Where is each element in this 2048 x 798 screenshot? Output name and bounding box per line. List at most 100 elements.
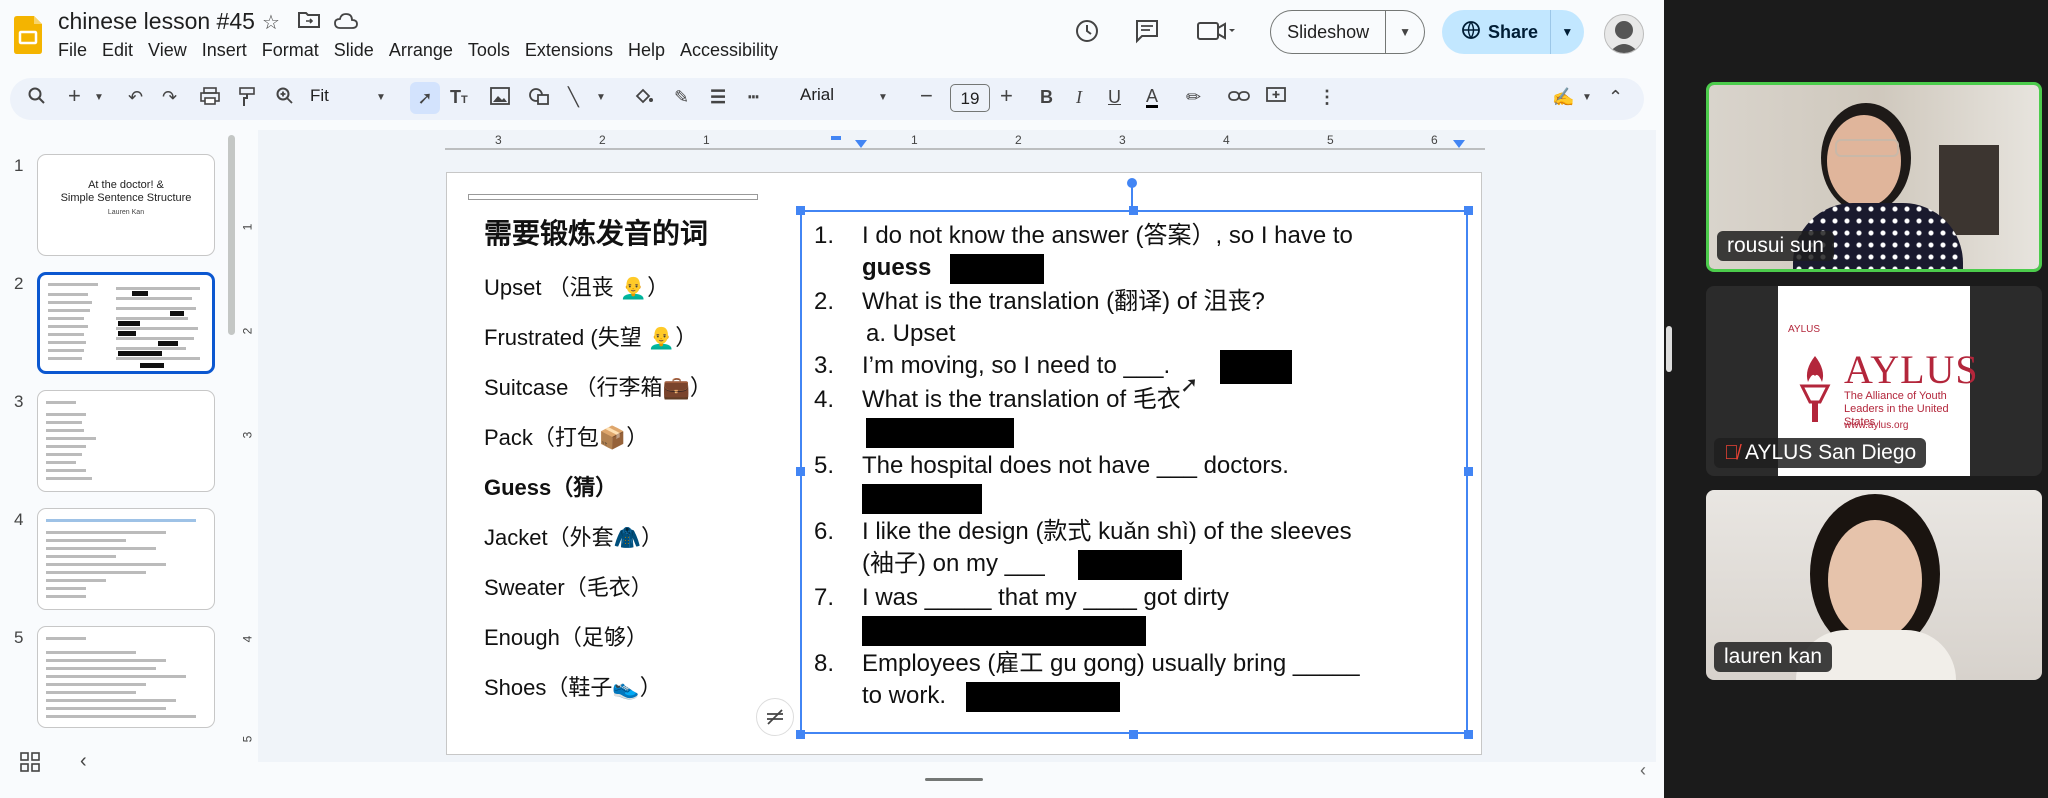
vocab-item[interactable]: Upset （沮丧 👨‍🦲） [484,270,669,302]
left-indent-marker[interactable] [855,140,867,148]
question-text[interactable]: I like the design (款式 kuǎn shì) of the s… [862,516,1352,548]
question-text[interactable]: The hospital does not have ___ doctors. [862,450,1289,482]
paint-format-icon[interactable] [238,87,256,112]
share-dropdown-icon[interactable]: ▼ [1549,10,1584,54]
editing-mode-icon[interactable]: ✍ [1552,87,1574,108]
menu-insert[interactable]: Insert [202,38,256,63]
slideshow-dropdown-icon[interactable]: ▼ [1385,11,1424,53]
meet-camera-icon[interactable] [1196,18,1236,50]
bold-icon[interactable]: B [1040,87,1053,108]
zoom-dropdown-icon[interactable]: ▼ [376,92,386,103]
question-text[interactable]: (袖子) on my ___ [862,548,1045,580]
vocab-item[interactable]: Suitcase （行李箱💼） [484,370,712,402]
insert-link-icon[interactable] [1228,87,1250,108]
resize-handle[interactable] [796,467,805,476]
resize-handle[interactable] [1464,730,1473,739]
resize-handle[interactable] [796,206,805,215]
slide-thumbnail-3[interactable] [37,390,215,492]
rotate-handle[interactable] [1127,178,1137,188]
menu-accessibility[interactable]: Accessibility [680,38,787,63]
text-color-icon[interactable]: A [1146,87,1159,108]
document-title[interactable]: chinese lesson #45 [58,8,255,35]
panel-resize-handle[interactable] [1666,326,1672,372]
undo-icon[interactable]: ↶ [128,87,143,108]
comments-icon[interactable] [1134,18,1160,50]
zoom-icon[interactable] [276,87,294,110]
slide-thumbnail-2[interactable] [37,272,215,374]
participant-tile-lauren-kan[interactable]: lauren kan [1706,490,2042,680]
question-text[interactable]: I do not know the answer (答案）, so I have… [862,220,1353,252]
menu-format[interactable]: Format [262,38,328,63]
grid-view-icon[interactable] [20,752,40,777]
share-button[interactable]: Share ▼ [1442,10,1584,54]
border-weight-icon[interactable]: ☰ [710,87,726,108]
cloud-status-icon[interactable] [334,12,358,35]
collapse-filmstrip-icon[interactable]: ‹ [80,750,87,773]
new-slide-dropdown-icon[interactable]: ▼ [94,92,104,103]
right-indent-marker[interactable] [1453,140,1465,148]
menu-tools[interactable]: Tools [468,38,519,63]
vocab-item[interactable]: Shoes（鞋子👟） [484,670,662,702]
question-subitem[interactable]: a. Upset [866,318,955,350]
slide-thumbnail-4[interactable] [37,508,215,610]
collapse-menus-icon[interactable]: ⌃ [1608,87,1623,108]
italic-icon[interactable]: I [1076,87,1082,108]
side-panel-toggle-icon[interactable]: ‹ [1640,760,1662,790]
border-color-icon[interactable]: ✎ [674,87,689,108]
menu-help[interactable]: Help [628,38,674,63]
menu-arrange[interactable]: Arrange [389,38,462,63]
menu-slide[interactable]: Slide [334,38,383,63]
search-menus-icon[interactable] [28,87,46,110]
participant-tile-aylus-san-diego[interactable]: AYLUS AYLUS The Alliance of Youth Leader… [1706,286,2042,476]
slide-heading[interactable]: 需要锻炼发音的词 [484,212,708,252]
horizontal-ruler[interactable]: 3 2 1 1 2 3 4 5 6 [445,133,1485,153]
add-comment-icon[interactable] [1266,87,1286,110]
font-dropdown-icon[interactable]: ▼ [878,92,888,103]
move-folder-icon[interactable] [298,10,320,34]
question-text[interactable]: I was _____ that my ____ got dirty [862,582,1229,614]
slide-thumbnail-1[interactable]: At the doctor! & Simple Sentence Structu… [37,154,215,256]
filmstrip-scrollbar[interactable] [228,135,235,335]
line-icon[interactable]: ╲ [568,87,579,108]
select-tool-icon[interactable]: ➚ [410,82,440,114]
vertical-ruler[interactable]: 1 2 3 4 5 [240,170,260,750]
highlight-color-icon[interactable]: ✏ [1186,87,1201,108]
menu-view[interactable]: View [148,38,196,63]
resize-handle[interactable] [1464,206,1473,215]
border-dash-icon[interactable]: ┅ [748,87,759,108]
question-text[interactable]: What is the translation of 毛衣 [862,384,1181,416]
insert-image-icon[interactable] [490,87,510,110]
vocab-item[interactable]: Guess（猜） [484,470,617,502]
slide-thumbnail-5[interactable] [37,626,215,728]
font-size-input[interactable]: 19 [950,84,990,112]
menu-extensions[interactable]: Extensions [525,38,622,63]
vocab-item[interactable]: Frustrated (失望 👨‍🦲） [484,320,697,352]
redo-icon[interactable]: ↷ [162,87,177,108]
first-line-indent-marker[interactable] [831,136,841,140]
question-text[interactable]: to work. [862,680,946,712]
vocab-item[interactable]: Pack（打包📦） [484,420,648,452]
question-text[interactable]: I’m moving, so I need to ___. [862,350,1170,382]
increase-font-size-icon[interactable]: + [1000,83,1013,109]
speaker-notes-resize-handle[interactable] [925,778,983,781]
vocab-item[interactable]: Jacket（外套🧥） [484,520,663,552]
fill-color-icon[interactable] [634,87,654,110]
shape-icon[interactable] [528,87,550,110]
menu-edit[interactable]: Edit [102,38,142,63]
question-text[interactable]: guess [862,252,931,284]
vocab-item[interactable]: Sweater（毛衣） [484,570,653,602]
version-history-icon[interactable] [1074,18,1100,50]
line-dropdown-icon[interactable]: ▼ [596,92,606,103]
participant-tile-rousui-sun[interactable]: rousui sun [1706,82,2042,272]
more-options-icon[interactable]: ⋮ [1318,87,1336,108]
star-icon[interactable]: ☆ [262,10,280,35]
print-icon[interactable] [200,87,220,110]
resize-handle[interactable] [796,730,805,739]
resize-handle[interactable] [1464,467,1473,476]
question-text[interactable]: Employees (雇工 gu gong) usually bring ___… [862,648,1360,680]
hide-autofit-icon[interactable] [756,698,794,736]
account-avatar[interactable] [1604,14,1644,54]
text-box-icon[interactable]: TT [450,87,468,108]
underline-icon[interactable]: U [1108,87,1121,108]
new-slide-icon[interactable]: + [68,83,81,109]
